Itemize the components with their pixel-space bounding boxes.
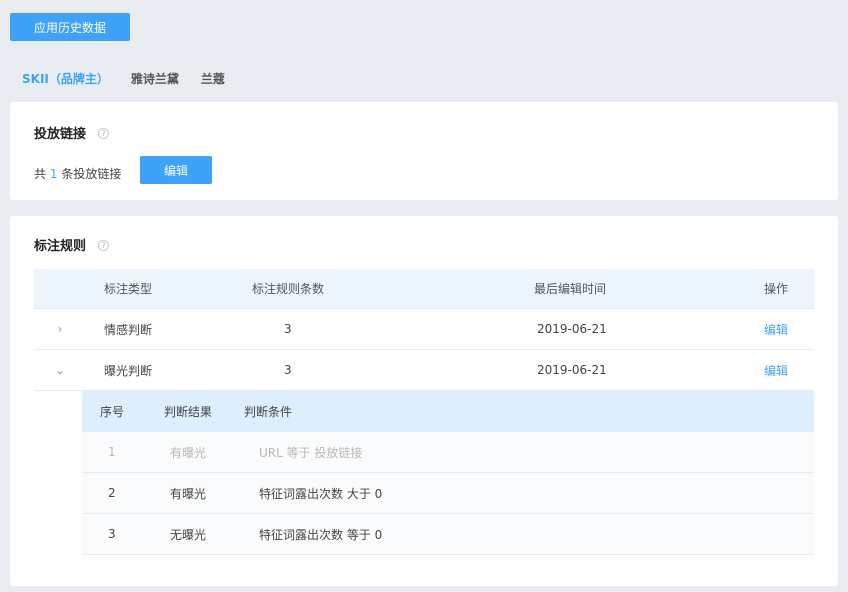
rules-card-title: 标注规则?: [34, 235, 110, 254]
condition-text: 特征词露出次数 大于 0: [259, 486, 383, 501]
rules-table: 标注类型 标注规则条数 最后编辑时间 操作 › 情感判断 3 2019-06-2…: [34, 269, 814, 555]
count-prefix: 共: [34, 167, 47, 181]
links-title-text: 投放链接: [34, 127, 87, 142]
condition-text: 特征词露出次数 等于 0: [259, 527, 383, 542]
apply-history-button[interactable]: 应用历史数据: [10, 13, 130, 41]
links-card: 投放链接? 共 1 条投放链接 编辑: [10, 102, 838, 200]
condition-text: URL 等于 投放链接: [259, 445, 363, 460]
column-header-time: 最后编辑时间: [534, 282, 607, 296]
brand-tabs: SKII（品牌主） 雅诗兰黛 兰蔻: [22, 70, 247, 86]
rule-edit-time: 2019-06-21: [537, 363, 607, 377]
links-card-title: 投放链接?: [34, 123, 110, 142]
rule-type: 情感判断: [104, 322, 153, 337]
column-header-index: 序号: [100, 405, 125, 419]
edit-rule-link[interactable]: 编辑: [764, 309, 788, 349]
help-icon[interactable]: ?: [98, 128, 110, 139]
column-header-result: 判断结果: [164, 405, 213, 419]
edit-links-button[interactable]: 编辑: [140, 156, 212, 184]
condition-index: 2: [108, 486, 116, 500]
rule-edit-time: 2019-06-21: [537, 322, 607, 336]
tab-brand-skii[interactable]: SKII（品牌主）: [22, 70, 109, 87]
list-item: 2 有曝光 特征词露出次数 大于 0: [82, 473, 814, 514]
condition-index: 3: [108, 527, 116, 541]
rules-title-text: 标注规则: [34, 239, 87, 254]
rule-count: 3: [284, 363, 292, 377]
condition-result: 无曝光: [170, 527, 207, 542]
count-suffix: 条投放链接: [61, 167, 122, 181]
subtable-header: 序号 判断结果 判断条件: [82, 391, 814, 432]
column-header-type: 标注类型: [104, 282, 153, 296]
condition-index: 1: [108, 445, 116, 459]
condition-result: 有曝光: [170, 486, 207, 501]
link-count-number: 1: [49, 167, 58, 181]
exposure-conditions-subtable: 序号 判断结果 判断条件 1 有曝光 URL 等于 投放链接 2 有曝光 特征词…: [82, 391, 814, 555]
chevron-right-icon[interactable]: ›: [50, 309, 70, 349]
column-header-count: 标注规则条数: [252, 282, 325, 296]
table-header: 标注类型 标注规则条数 最后编辑时间 操作: [34, 269, 814, 309]
column-header-condition: 判断条件: [244, 405, 293, 419]
help-icon[interactable]: ?: [98, 240, 110, 251]
table-row: › 情感判断 3 2019-06-21 编辑: [34, 309, 814, 350]
rule-type: 曝光判断: [104, 363, 153, 378]
column-header-action: 操作: [764, 282, 789, 296]
rules-card: 标注规则? 标注类型 标注规则条数 最后编辑时间 操作 › 情感判断 3 201…: [10, 216, 838, 586]
chevron-down-icon[interactable]: ⌄: [50, 350, 70, 390]
tab-brand-estee-lauder[interactable]: 雅诗兰黛: [131, 70, 179, 87]
edit-rule-link[interactable]: 编辑: [764, 350, 788, 390]
condition-result: 有曝光: [170, 445, 207, 460]
rule-count: 3: [284, 322, 292, 336]
table-row: ⌄ 曝光判断 3 2019-06-21 编辑: [34, 350, 814, 391]
link-count-text: 共 1 条投放链接: [34, 165, 121, 182]
list-item: 1 有曝光 URL 等于 投放链接: [82, 432, 814, 473]
list-item: 3 无曝光 特征词露出次数 等于 0: [82, 514, 814, 555]
tab-brand-lancome[interactable]: 兰蔻: [201, 70, 225, 87]
